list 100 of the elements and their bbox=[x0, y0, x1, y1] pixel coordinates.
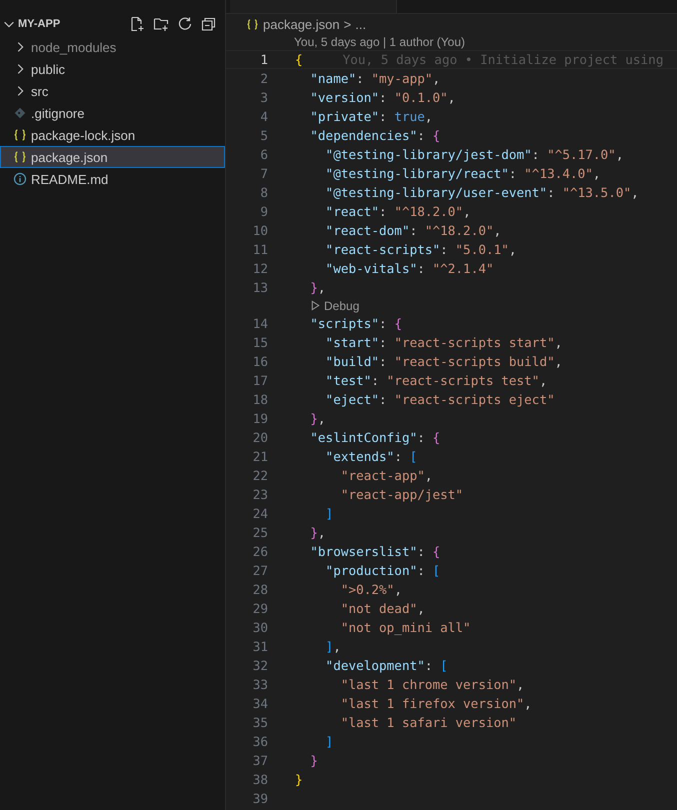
json-punctuation: , bbox=[539, 373, 548, 388]
json-punctuation: , bbox=[494, 223, 502, 238]
line-number: 19 bbox=[252, 411, 268, 426]
new-file-icon[interactable] bbox=[129, 16, 145, 32]
refresh-icon[interactable] bbox=[177, 16, 193, 32]
json-punctuation: : bbox=[379, 90, 388, 105]
json-string: "^5.17.0" bbox=[547, 147, 616, 162]
json-punctuation: : bbox=[417, 128, 426, 143]
collapse-all-icon[interactable] bbox=[201, 16, 217, 32]
json-string: "last 1 chrome version" bbox=[340, 677, 517, 692]
json-punctuation: , bbox=[463, 204, 471, 219]
json-key: "development" bbox=[295, 658, 425, 673]
json-key: "web-vitals" bbox=[295, 261, 418, 276]
json-punctuation: , bbox=[516, 677, 524, 692]
line-number: 15 bbox=[252, 335, 268, 350]
json-punctuation: , bbox=[508, 242, 517, 257]
json-bracket: { bbox=[432, 128, 440, 143]
json-bracket: ] bbox=[324, 506, 334, 521]
line-number: 1 bbox=[259, 52, 268, 67]
json-bracket: ] bbox=[324, 734, 334, 749]
json-key: "test" bbox=[295, 373, 372, 388]
json-key: "@testing-library/jest-dom" bbox=[295, 147, 532, 162]
json-punctuation: , bbox=[554, 335, 562, 350]
codelens-link[interactable]: You, 5 days ago | 1 author (You) bbox=[294, 35, 466, 49]
json-string: "react-scripts test" bbox=[386, 373, 540, 388]
json-key: "react-dom" bbox=[295, 223, 410, 238]
line-number: 3 bbox=[259, 90, 268, 105]
json-key: "eslintConfig" bbox=[295, 430, 418, 445]
line-number: 34 bbox=[252, 696, 268, 711]
json-literal: true bbox=[394, 109, 425, 124]
json-string: "last 1 safari version" bbox=[340, 715, 517, 730]
breadcrumb-item[interactable]: ... bbox=[355, 16, 366, 32]
json-punctuation: : bbox=[417, 544, 426, 559]
json-punctuation: : bbox=[417, 430, 426, 445]
json-string: "^13.5.0" bbox=[562, 185, 632, 200]
play-icon[interactable] bbox=[310, 300, 321, 311]
line-number: 37 bbox=[252, 753, 268, 768]
breadcrumb-item[interactable]: package.json bbox=[263, 16, 340, 32]
json-string: "^18.2.0" bbox=[394, 204, 464, 219]
json-punctuation: , bbox=[318, 525, 326, 540]
file-tree-item[interactable]: .gitignore bbox=[0, 102, 225, 124]
json-punctuation: : bbox=[417, 261, 426, 276]
file-tree-item[interactable]: src bbox=[0, 80, 225, 102]
json-bracket: } bbox=[309, 753, 318, 768]
line-number: 31 bbox=[252, 639, 268, 654]
json-punctuation: , bbox=[448, 90, 456, 105]
json-bracket: { bbox=[295, 52, 303, 67]
file-tree-item[interactable]: public bbox=[0, 58, 225, 80]
codelens-link[interactable]: Debug bbox=[324, 298, 360, 312]
line-number: 32 bbox=[252, 658, 268, 673]
json-punctuation: : bbox=[410, 223, 418, 238]
json-punctuation: , bbox=[333, 639, 341, 654]
new-folder-icon[interactable] bbox=[153, 16, 169, 32]
json-punctuation: : bbox=[356, 71, 365, 86]
json-punctuation: : bbox=[379, 109, 388, 124]
json-key: "extends" bbox=[295, 449, 394, 464]
diamond-icon bbox=[13, 106, 27, 120]
json-key: "production" bbox=[295, 563, 418, 578]
line-number: 30 bbox=[252, 620, 268, 635]
json-string: "react-app/jest" bbox=[340, 487, 464, 502]
line-number: 13 bbox=[252, 280, 268, 295]
json-punctuation: : bbox=[379, 316, 388, 331]
json-key: "react" bbox=[295, 204, 380, 219]
json-punctuation: , bbox=[631, 185, 639, 200]
line-number: 25 bbox=[252, 525, 268, 540]
json-bracket: } bbox=[309, 280, 318, 295]
json-bracket: [ bbox=[410, 449, 418, 464]
file-tree-item[interactable]: package-lock.json bbox=[0, 124, 225, 146]
file-tree-item[interactable]: package.json bbox=[0, 146, 225, 168]
json-punctuation: , bbox=[318, 411, 326, 426]
file-tree-item[interactable]: node_modules bbox=[0, 36, 225, 58]
line-number: 33 bbox=[252, 677, 268, 692]
json-key: "start" bbox=[295, 335, 380, 350]
json-punctuation: , bbox=[592, 166, 601, 181]
line-number: 29 bbox=[252, 601, 268, 616]
json-bracket: } bbox=[295, 772, 303, 787]
json-punctuation: , bbox=[616, 147, 624, 162]
json-key: "private" bbox=[295, 109, 380, 124]
line-number: 12 bbox=[252, 261, 268, 276]
json-punctuation: , bbox=[394, 582, 402, 597]
json-string: "^18.2.0" bbox=[424, 223, 494, 238]
line-number: 38 bbox=[252, 772, 268, 787]
json-key: "dependencies" bbox=[295, 128, 418, 143]
file-tree-item[interactable]: README.md bbox=[0, 168, 225, 190]
json-string: "^13.4.0" bbox=[524, 166, 593, 181]
json-punctuation: : bbox=[371, 373, 380, 388]
json-bracket: } bbox=[309, 525, 318, 540]
json-punctuation: : bbox=[379, 392, 388, 407]
line-number: 14 bbox=[252, 316, 268, 331]
braces-icon bbox=[246, 18, 259, 30]
line-number: 35 bbox=[252, 715, 268, 730]
json-string: "react-scripts build" bbox=[394, 354, 555, 369]
line-number: 9 bbox=[259, 204, 268, 219]
json-punctuation: : bbox=[532, 147, 540, 162]
line-number: 7 bbox=[259, 166, 268, 181]
json-punctuation: : bbox=[440, 242, 449, 257]
json-punctuation: : bbox=[379, 335, 388, 350]
json-key: "name" bbox=[295, 71, 356, 86]
json-string: "^2.1.4" bbox=[432, 261, 494, 276]
line-number: 36 bbox=[252, 734, 268, 749]
